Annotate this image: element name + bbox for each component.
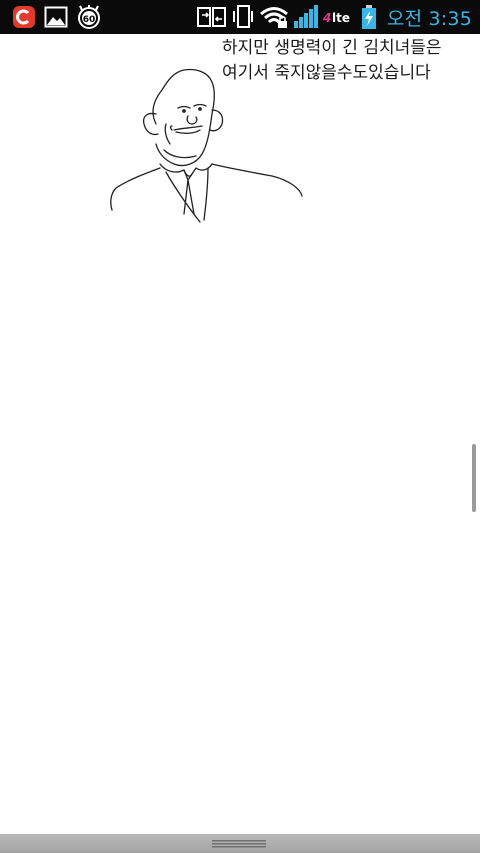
battery-charging-icon [361, 4, 377, 30]
status-bar-left: 60 [0, 4, 102, 30]
signal-icon [293, 5, 319, 29]
fps-icon: 60 [76, 4, 102, 30]
vibrate-icon [231, 4, 255, 30]
wifi-icon [259, 5, 289, 29]
svg-text:4: 4 [323, 11, 331, 25]
svg-text:60: 60 [83, 15, 96, 25]
svg-text:lte: lte [332, 11, 350, 25]
screen: 60 4 lte 오전 3:35 하지만 생명력이 긴 김치녀들은 여기서 죽지… [0, 0, 480, 853]
gallery-icon [44, 6, 68, 28]
content-area: 하지만 생명력이 긴 김치녀들은 여기서 죽지않을수도있습니다 [0, 34, 480, 834]
screen-share-icon [196, 6, 227, 28]
caption-line-1: 하지만 생명력이 긴 김치녀들은 [222, 38, 442, 58]
scrollbar-thumb[interactable] [472, 444, 476, 512]
clock: 오전 3:35 [386, 7, 472, 30]
app-icon [12, 5, 36, 29]
status-bar: 60 4 lte 오전 3:35 [0, 0, 480, 34]
lte-icon: 4 lte [323, 7, 357, 27]
bottom-handle-bar[interactable] [0, 834, 480, 853]
grip-icon [212, 840, 266, 848]
status-bar-right: 4 lte 오전 3:35 [196, 0, 472, 34]
line-drawing-man [110, 68, 303, 223]
